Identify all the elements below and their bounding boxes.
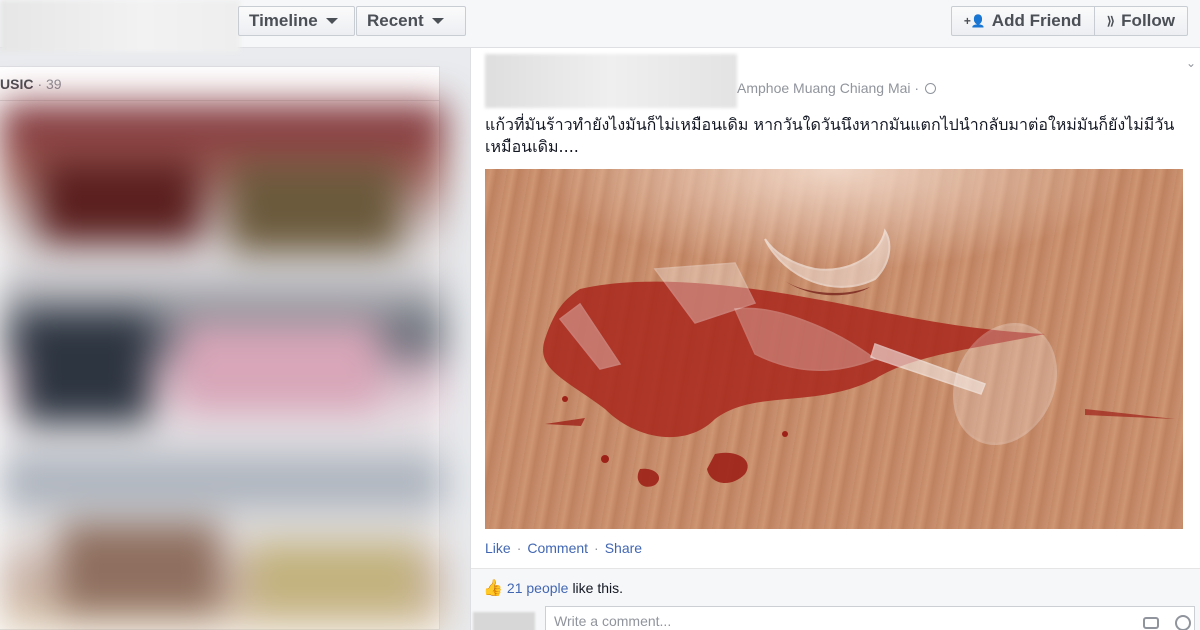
location-text[interactable]: Amphoe Muang Chiang Mai · (737, 80, 919, 96)
section-header: USIC · 39 (0, 67, 439, 101)
timeline-dropdown[interactable]: Timeline (238, 6, 355, 36)
likes-summary: 👍 21 people like this. (483, 578, 623, 598)
profile-actions: +👤 Add Friend ⟫ Follow (950, 6, 1188, 36)
post-photo[interactable] (485, 169, 1183, 529)
post-actions: Like · Comment · Share (485, 540, 642, 556)
follow-button[interactable]: ⟫ Follow (1093, 7, 1187, 35)
recent-dropdown[interactable]: Recent (356, 6, 466, 36)
chevron-down-icon (431, 18, 444, 24)
comment-link[interactable]: Comment (527, 540, 588, 556)
like-link[interactable]: Like (485, 540, 511, 556)
post-text: แก้วที่มันร้าวทำยังไงมันก็ไม่เหมือนเดิม … (485, 115, 1175, 156)
share-link[interactable]: Share (605, 540, 642, 556)
music-section: USIC · 39 (0, 66, 446, 630)
blurred-music-grid (0, 103, 446, 630)
timeline-post: Amphoe Muang Chiang Mai · ⌄ แก้วที่มันร้… (470, 48, 1200, 630)
chevron-down-icon (325, 18, 338, 24)
thumbs-up-icon: 👍 (483, 580, 503, 597)
separator: · (594, 540, 599, 556)
emoji-icon[interactable] (1175, 615, 1191, 630)
separator: · (516, 540, 522, 556)
likes-suffix: like this. (572, 580, 624, 596)
feedback-area: 👍 21 people like this. Write a comment..… (471, 568, 1200, 630)
section-title[interactable]: USIC (0, 76, 33, 92)
avatar (473, 612, 535, 630)
blurred-author (485, 54, 737, 108)
timeline-label: Timeline (249, 11, 318, 30)
globe-icon (925, 82, 937, 94)
chevron-down-icon[interactable]: ⌄ (1186, 56, 1196, 70)
recent-label: Recent (367, 11, 424, 30)
comment-input[interactable]: Write a comment... (545, 606, 1195, 630)
rss-icon: ⟫ (1106, 14, 1116, 28)
follow-label: Follow (1121, 11, 1175, 30)
post-location: Amphoe Muang Chiang Mai · (737, 80, 937, 96)
blurred-profile-name (0, 0, 240, 52)
likes-count-link[interactable]: 21 people (507, 580, 569, 596)
section-count: · 39 (37, 75, 62, 92)
add-friend-button[interactable]: +👤 Add Friend (952, 7, 1094, 35)
add-friend-label: Add Friend (991, 11, 1082, 30)
timeline-nav-bar: Timeline Recent +👤 Add Friend ⟫ Follow (0, 0, 1200, 52)
broken-wine-glass-image (543, 228, 1175, 487)
add-friend-icon: +👤 (963, 14, 986, 28)
camera-icon[interactable] (1143, 617, 1159, 629)
